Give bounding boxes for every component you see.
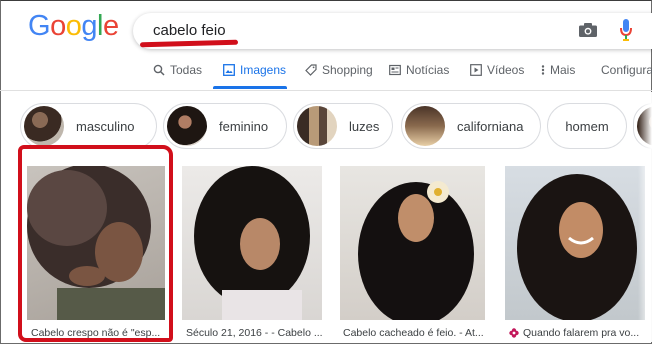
chip-masculino[interactable]: masculino — [20, 103, 157, 149]
chip-homem[interactable]: homem — [547, 103, 627, 149]
camera-icon[interactable] — [579, 23, 597, 37]
chip-label: californiana — [457, 118, 524, 134]
chip-label: luzes — [349, 118, 380, 134]
result-caption: Quando falarem pra vo... — [523, 327, 640, 339]
play-icon — [470, 64, 482, 76]
result-caption[interactable]: Século 21, 2016 - - Cabelo ... — [186, 327, 326, 339]
chip-thumbnail — [24, 106, 64, 146]
result-photo — [517, 174, 637, 320]
search-icon — [153, 64, 165, 76]
tab-label: Configuraç — [601, 63, 652, 77]
tag-icon — [305, 64, 317, 76]
tab-configuracoes[interactable]: Configuraç — [601, 63, 652, 77]
flower-icon — [509, 328, 519, 338]
image-result[interactable] — [182, 166, 322, 320]
image-result[interactable] — [505, 166, 645, 320]
tab-videos[interactable]: Vídeos — [470, 63, 524, 77]
tab-imagens[interactable]: Imagens — [223, 63, 286, 77]
tab-label: Shopping — [322, 63, 373, 77]
result-photo — [358, 181, 474, 320]
tab-label: Imagens — [240, 63, 287, 77]
red-annotation-underline — [139, 39, 239, 48]
image-result[interactable] — [340, 166, 485, 320]
tab-label: Todas — [170, 63, 203, 77]
google-logo[interactable]: Google — [28, 10, 119, 43]
search-input[interactable]: cabelo feio — [153, 22, 226, 39]
tab-shopping[interactable]: Shopping — [305, 63, 373, 77]
chip-thumbnail — [405, 106, 445, 146]
logo-letter: g — [81, 10, 97, 42]
chip-thumbnail — [167, 106, 207, 146]
image-icon — [223, 64, 235, 76]
more-vert-icon — [541, 65, 545, 75]
tab-noticias[interactable]: Notícias — [389, 63, 449, 77]
result-caption[interactable]: Cabelo cacheado é feio. - At... — [343, 327, 488, 339]
chip-luzes[interactable]: luzes — [293, 103, 393, 149]
chip-label: feminino — [219, 118, 269, 134]
logo-letter: e — [102, 10, 119, 42]
newspaper-icon — [389, 64, 401, 76]
result-photo — [194, 166, 310, 320]
logo-letter: G — [28, 10, 51, 42]
tab-label: Vídeos — [487, 63, 525, 77]
chip-feminino[interactable]: feminino — [163, 103, 287, 149]
chip-californiana[interactable]: californiana — [401, 103, 541, 149]
tab-todas[interactable]: Todas — [153, 63, 202, 77]
microphone-icon[interactable] — [619, 19, 633, 41]
chip-thumbnail — [297, 106, 337, 146]
active-tab-indicator — [213, 86, 287, 89]
tab-mais[interactable]: Mais — [541, 63, 575, 77]
chip-label: masculino — [76, 118, 135, 134]
edge-fade — [638, 92, 652, 342]
search-tabs: Todas Imagens Shopping Notícias Vídeos M… — [0, 58, 652, 91]
logo-letter: o — [50, 10, 66, 42]
red-annotation-box — [18, 145, 173, 342]
result-caption-row[interactable]: Quando falarem pra vo... — [509, 327, 645, 339]
chip-label: homem — [565, 118, 609, 134]
tab-label: Mais — [550, 63, 576, 77]
search-box[interactable]: cabelo feio — [133, 13, 652, 49]
tab-label: Notícias — [406, 63, 450, 77]
logo-letter: o — [65, 10, 82, 42]
